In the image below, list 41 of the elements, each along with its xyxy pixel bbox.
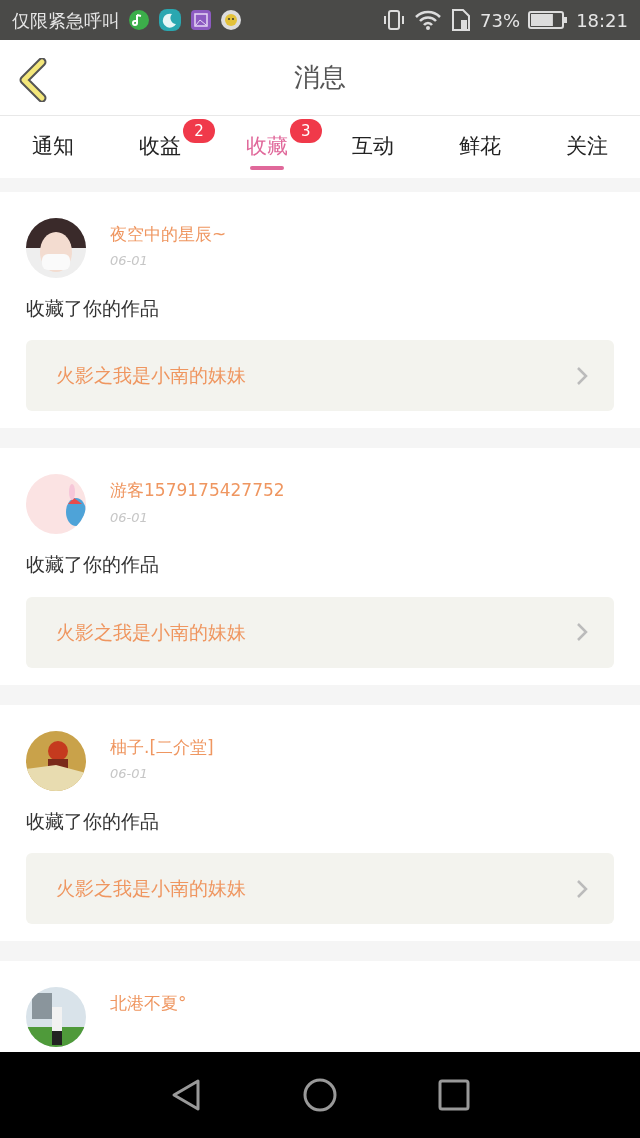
- sim-card-icon: [450, 8, 473, 33]
- chat-app-icon: [220, 9, 242, 32]
- work-link[interactable]: 火影之我是小南的妹妹: [26, 340, 614, 412]
- tab[interactable]: 通知: [0, 115, 107, 178]
- back-icon[interactable]: [18, 58, 48, 103]
- chevron-right-icon: [576, 622, 588, 643]
- user-name[interactable]: 游客1579175427752: [110, 478, 285, 504]
- message-text: 收藏了你的作品: [26, 552, 160, 578]
- work-link[interactable]: 火影之我是小南的妹妹: [26, 853, 614, 925]
- recents-nav-icon[interactable]: [438, 1079, 470, 1111]
- count-badge: 2: [183, 118, 215, 143]
- moon-app-icon: [158, 8, 182, 33]
- tab[interactable]: 收益 2: [106, 115, 214, 178]
- vibrate-icon: [382, 8, 407, 33]
- message-text: 收藏了你的作品: [26, 808, 160, 834]
- user-name[interactable]: 柚子.[二介堂]: [110, 734, 214, 761]
- work-link[interactable]: 火影之我是小南的妹妹: [26, 596, 614, 668]
- clock-time: 18:21: [576, 8, 628, 33]
- back-nav-icon[interactable]: [170, 1078, 202, 1112]
- message-text: 收藏了你的作品: [26, 295, 160, 321]
- tab[interactable]: 关注: [533, 115, 640, 178]
- chevron-right-icon: [576, 878, 588, 899]
- music-app-icon: [128, 9, 150, 32]
- battery-icon: [528, 10, 569, 31]
- home-nav-icon[interactable]: [302, 1077, 338, 1113]
- message-date: 06-01: [110, 765, 149, 784]
- wifi-icon: [414, 9, 443, 32]
- message-date: 06-01: [110, 508, 149, 527]
- user-name[interactable]: 夜空中的星辰~: [110, 221, 227, 248]
- chevron-right-icon: [576, 365, 588, 386]
- user-name[interactable]: 北港不夏°: [110, 991, 187, 1017]
- message-date: 06-01: [110, 252, 149, 271]
- tab[interactable]: 互动: [320, 115, 427, 178]
- battery-percent: 73%: [480, 8, 521, 33]
- gallery-app-icon: [190, 9, 212, 32]
- tab[interactable]: 鲜花: [426, 115, 534, 178]
- tab[interactable]: 收藏 3: [213, 115, 320, 178]
- tab-underline: [249, 165, 284, 170]
- count-badge: 3: [289, 118, 322, 143]
- carrier-text: 仅限紧急呼叫: [12, 8, 120, 33]
- page-title: 消息: [294, 61, 346, 95]
